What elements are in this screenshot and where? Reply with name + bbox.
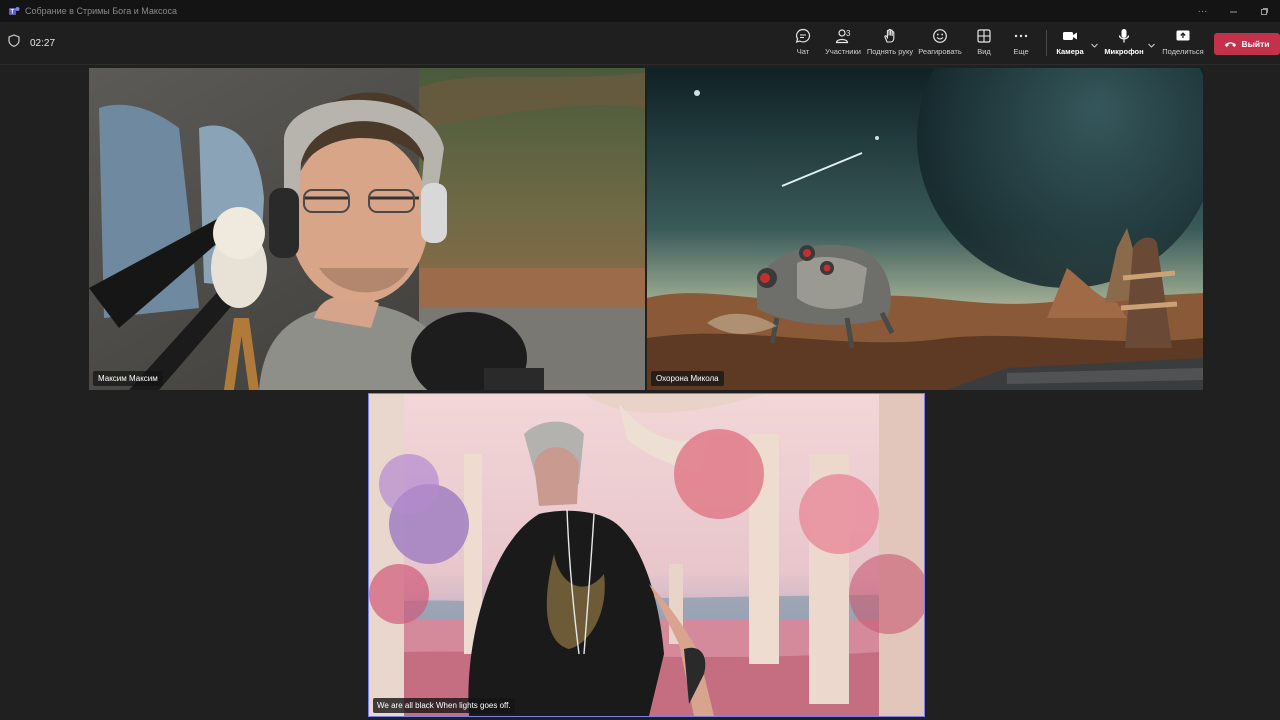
raise-hand-button[interactable]: Поднять руку (866, 28, 914, 60)
share-label: Поделиться (1162, 47, 1204, 56)
active-speaker-video-tile[interactable]: We are all black When lights goes off. (368, 393, 925, 717)
toolbar-divider (1046, 30, 1047, 56)
live-caption: We are all black When lights goes off. (373, 698, 515, 713)
participant-name-tag: Максим Максим (93, 371, 163, 386)
timer-text: 02:27 (30, 37, 56, 49)
webcam-room-image (89, 68, 645, 390)
window-title: Собрание в Стримы Бога и Максоса (25, 6, 178, 16)
fantasy-garden-background-image (369, 394, 924, 716)
scifi-background-image (647, 68, 1203, 390)
share-button[interactable]: Поделиться (1162, 28, 1204, 60)
more-label: Еще (1013, 47, 1029, 56)
chat-label: Чат (796, 47, 810, 56)
chat-button[interactable]: Чат (791, 28, 815, 60)
minimize-icon[interactable] (1218, 0, 1249, 22)
camera-button[interactable]: Камера (1056, 28, 1084, 60)
chat-icon (795, 28, 811, 44)
window-titlebar: T Собрание в Стримы Бога и Максоса ··· (0, 0, 1280, 22)
svg-text:T: T (10, 9, 14, 15)
participants-button[interactable]: 3 Участники (823, 28, 863, 60)
microphone-icon (1116, 28, 1132, 44)
restore-icon[interactable] (1249, 0, 1280, 22)
microphone-options-chevron-icon[interactable] (1147, 37, 1156, 55)
raise-hand-label: Поднять руку (866, 47, 914, 56)
camera-options-chevron-icon[interactable] (1090, 37, 1099, 55)
camera-icon (1062, 28, 1078, 44)
ellipsis-icon (1013, 28, 1029, 44)
participants-label: Участники (825, 47, 861, 56)
video-stage: Максим Максим Охорона Микола We are all … (0, 65, 1280, 720)
shield-icon (8, 34, 20, 52)
meeting-toolbar: 02:27 Чат 3 Участники Поднять руку Реаги… (0, 22, 1280, 65)
grid-view-icon (976, 28, 992, 44)
view-label: Вид (977, 47, 991, 56)
react-button[interactable]: Реагировать (918, 28, 962, 60)
more-options-icon[interactable]: ··· (1187, 0, 1218, 22)
participant-video-tile[interactable]: Охорона Микола (647, 68, 1203, 390)
leave-button[interactable]: Выйти (1214, 33, 1280, 55)
participants-count: 3 (846, 29, 851, 38)
hang-up-icon (1224, 35, 1237, 53)
hand-icon (882, 28, 898, 44)
react-label: Реагировать (918, 47, 962, 56)
participant-name-tag: Охорона Микола (651, 371, 724, 386)
leave-label: Выйти (1241, 39, 1270, 49)
view-button[interactable]: Вид (972, 28, 996, 60)
teams-app-icon: T (8, 5, 20, 17)
microphone-button[interactable]: Микрофон (1104, 28, 1144, 60)
camera-label: Камера (1056, 47, 1084, 56)
more-button[interactable]: Еще (1009, 28, 1033, 60)
share-screen-icon (1175, 28, 1191, 44)
participant-video-tile[interactable]: Максим Максим (89, 68, 645, 390)
meeting-timer: 02:27 (8, 34, 55, 52)
microphone-label: Микрофон (1104, 47, 1144, 56)
smiley-icon (932, 28, 948, 44)
